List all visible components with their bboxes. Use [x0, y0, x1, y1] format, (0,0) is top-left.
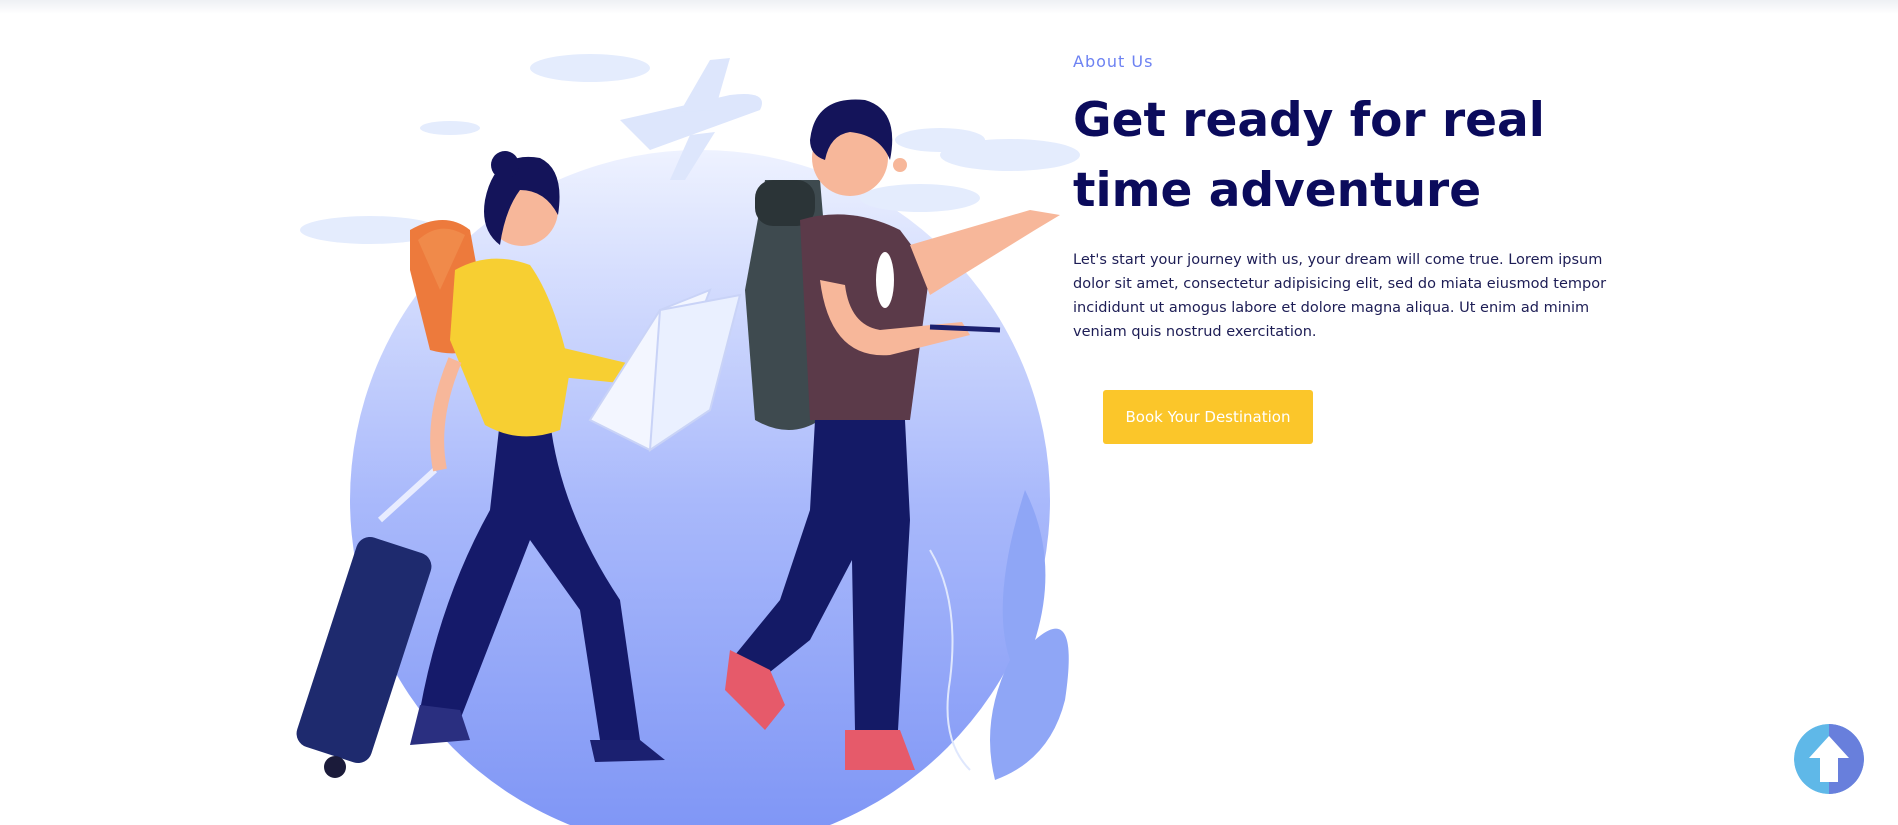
- travelers-illustration: [290, 40, 1090, 825]
- header-shadow: [0, 0, 1898, 14]
- about-headline: Get ready for real time adventure: [1073, 93, 1545, 218]
- travelers-svg: [296, 54, 1080, 825]
- scroll-to-top-button[interactable]: [1794, 724, 1864, 794]
- about-body-text: Let's start your journey with us, your d…: [1073, 252, 1607, 340]
- book-destination-button[interactable]: Book Your Destination: [1103, 390, 1313, 444]
- about-eyebrow: About Us: [1073, 52, 1154, 71]
- arrow-up-icon: [1794, 724, 1864, 794]
